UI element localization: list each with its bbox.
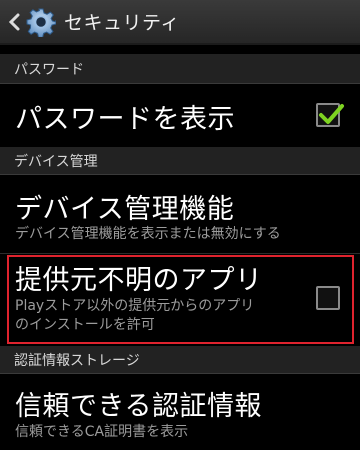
back-chevron-icon[interactable] — [4, 0, 24, 44]
highlight-box — [7, 255, 354, 344]
section-header-credential-storage: 認証情報ストレージ — [0, 346, 360, 374]
show-password-setting[interactable]: パスワードを表示 — [0, 84, 360, 144]
trusted-credentials-title: 信頼できる認証情報 — [15, 391, 262, 422]
section-header-device-admin: デバイス管理 — [0, 147, 360, 175]
divider — [0, 253, 360, 254]
page-title: セキュリティ — [64, 12, 180, 34]
device-admins-setting[interactable]: デバイス管理機能 デバイス管理機能を表示または無効にする — [0, 175, 360, 253]
show-password-title: パスワードを表示 — [15, 104, 235, 135]
trusted-credentials-setting[interactable]: 信頼できる認証情報 信頼できるCA証明書を表示 — [0, 374, 360, 450]
settings-gear-icon[interactable] — [26, 7, 57, 38]
action-bar: セキュリティ — [0, 0, 360, 45]
section-header-password: パスワード — [0, 54, 360, 84]
checkmark-icon — [319, 104, 344, 124]
device-admins-summary: デバイス管理機能を表示または無効にする — [15, 226, 281, 242]
device-admins-title: デバイス管理機能 — [15, 194, 235, 225]
trusted-credentials-summary: 信頼できるCA証明書を表示 — [15, 424, 189, 440]
show-password-checkbox[interactable] — [316, 103, 344, 127]
